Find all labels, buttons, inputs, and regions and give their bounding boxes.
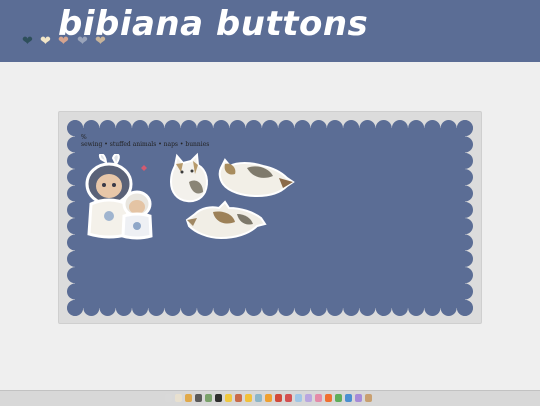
heart-icon: ❤ <box>40 34 51 49</box>
feather-icon[interactable] <box>355 394 362 402</box>
cup-icon[interactable] <box>175 394 182 402</box>
site-header: bibiana buttons ❤ ❤ ❤ ❤ ❤ <box>0 0 540 62</box>
sun-icon[interactable] <box>245 394 252 402</box>
music-icon[interactable] <box>305 394 312 402</box>
envelope-icon[interactable] <box>365 394 372 402</box>
small-doll-sticker <box>121 190 153 240</box>
bow-icon <box>141 165 147 171</box>
paw-icon[interactable] <box>195 394 202 402</box>
rabbit-icon[interactable] <box>165 394 172 402</box>
taskbar-icon-row <box>165 394 375 404</box>
apple-icon[interactable] <box>275 394 282 402</box>
cat-image[interactable] <box>167 152 213 204</box>
profile-panel: % sewing • stuffed animals • naps • bunn… <box>58 111 482 324</box>
cat-image[interactable] <box>217 158 295 198</box>
cloud-icon[interactable] <box>295 394 302 402</box>
butterfly-icon[interactable] <box>345 394 352 402</box>
bread-icon[interactable] <box>185 394 192 402</box>
alien-icon[interactable] <box>255 394 262 402</box>
stickers-image[interactable] <box>79 154 159 240</box>
pronouns-text: % <box>81 134 87 141</box>
orange-icon[interactable] <box>265 394 272 402</box>
flower-icon[interactable] <box>315 394 322 402</box>
heart-icon: ❤ <box>77 34 88 49</box>
heart-icon: ❤ <box>58 34 69 49</box>
profile-text: % sewing • stuffed animals • naps • bunn… <box>81 134 209 148</box>
cat-image[interactable] <box>185 200 267 242</box>
interests-text: sewing • stuffed animals • naps • bunnie… <box>81 141 210 148</box>
eye-icon[interactable] <box>215 394 222 402</box>
taskbar <box>0 390 540 406</box>
heart-icon: ❤ <box>22 34 33 49</box>
house-icon[interactable] <box>205 394 212 402</box>
doll-icon[interactable] <box>235 394 242 402</box>
heart-icon: ❤ <box>95 34 106 49</box>
fire-icon[interactable] <box>325 394 332 402</box>
sparkle-icon[interactable] <box>225 394 232 402</box>
leaf-icon[interactable] <box>335 394 342 402</box>
strawberry-icon[interactable] <box>285 394 292 402</box>
